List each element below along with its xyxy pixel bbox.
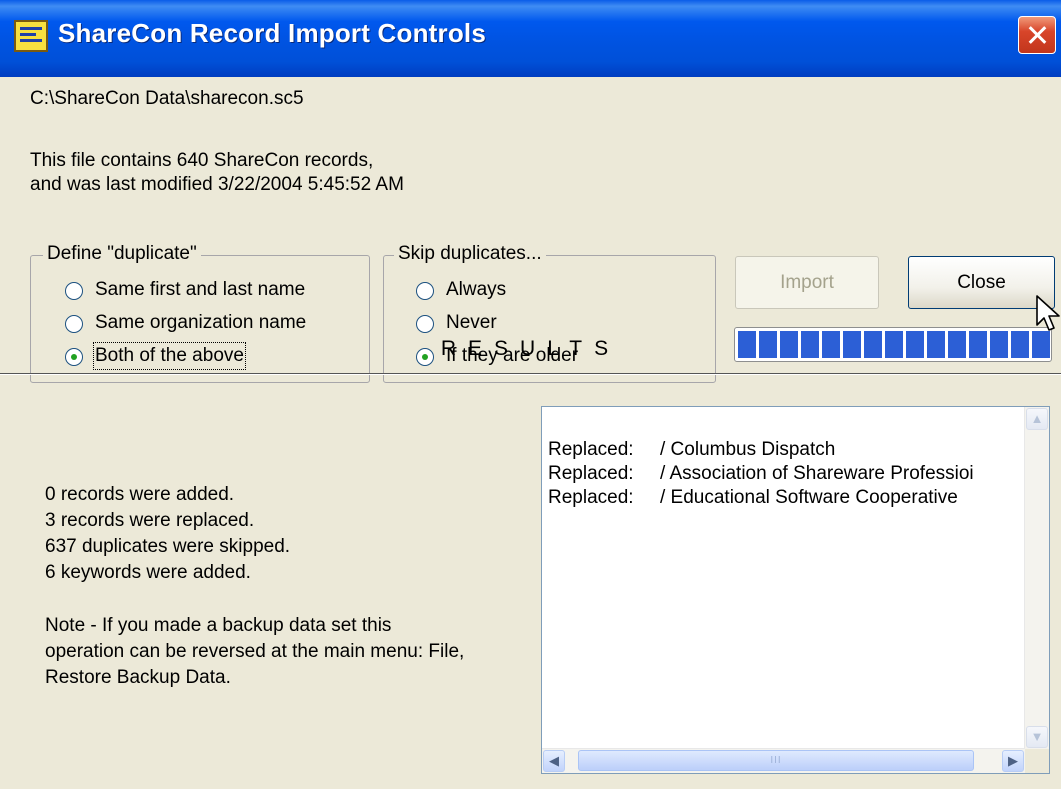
skip-duplicates-group: Skip duplicates... Always Never If they … — [383, 242, 716, 383]
close-button[interactable]: Close — [908, 256, 1055, 309]
close-window-icon[interactable] — [1018, 16, 1056, 54]
scroll-right-icon[interactable]: ▶ — [1002, 750, 1024, 772]
horizontal-scroll-thumb[interactable]: III — [578, 750, 974, 771]
summary-replaced: 3 records were replaced. — [45, 510, 255, 531]
define-duplicate-group: Define "duplicate" Same first and last n… — [30, 242, 370, 383]
scroll-left-icon[interactable]: ◀ — [543, 750, 565, 772]
window-title: ShareCon Record Import Controls — [58, 18, 487, 48]
radio-label: Never — [446, 312, 497, 333]
title-bar[interactable]: ShareCon Record Import Controls — [0, 0, 1061, 77]
scroll-down-icon[interactable]: ▼ — [1026, 726, 1048, 748]
mouse-pointer-icon — [1036, 295, 1060, 331]
note-line2: operation can be reversed at the main me… — [45, 641, 465, 662]
note-line3: Restore Backup Data. — [45, 667, 231, 688]
skip-duplicates-legend: Skip duplicates... — [394, 242, 546, 266]
file-info-line2: and was last modified 3/22/2004 5:45:52 … — [30, 174, 404, 195]
define-duplicate-legend: Define "duplicate" — [43, 242, 201, 266]
radio-label: Same organization name — [95, 312, 307, 333]
list-item[interactable]: Replaced: / Educational Software Cooperat… — [548, 486, 1023, 510]
radio-button-icon[interactable] — [416, 282, 434, 300]
radio-button-icon[interactable] — [65, 315, 83, 333]
summary-added: 0 records were added. — [45, 484, 235, 505]
radio-label: Same first and last name — [95, 279, 306, 300]
radio-label: Always — [446, 279, 507, 300]
import-button[interactable]: Import — [735, 256, 879, 309]
import-dialog: ShareCon Record Import Controls C:\Share… — [0, 0, 1061, 789]
list-item[interactable]: Replaced: / Columbus Dispatch — [548, 438, 1023, 462]
radio-button-icon[interactable] — [416, 315, 434, 333]
results-log-content: Replaced: / Columbus Dispatch Replaced: / … — [548, 438, 1023, 510]
results-log-list[interactable]: Replaced: / Columbus Dispatch Replaced: / … — [541, 406, 1050, 774]
list-item[interactable]: Replaced: / Association of Shareware Prof… — [548, 462, 1023, 486]
radio-button-icon[interactable] — [65, 282, 83, 300]
divider — [0, 373, 1061, 375]
app-icon — [14, 20, 48, 52]
summary-skipped: 637 duplicates were skipped. — [45, 536, 291, 557]
note-line1: Note - If you made a backup data set thi… — [45, 615, 392, 636]
file-path: C:\ShareCon Data\sharecon.sc5 — [30, 88, 304, 109]
results-title: RESULTS — [440, 337, 621, 360]
vertical-scrollbar[interactable]: ▲ ▼ — [1024, 407, 1049, 749]
scroll-up-icon[interactable]: ▲ — [1026, 408, 1048, 430]
horizontal-scrollbar[interactable]: ◀ III ▶ — [542, 748, 1025, 773]
file-info-line1: This file contains 640 ShareCon records, — [30, 150, 374, 171]
scrollbar-corner — [1025, 749, 1049, 773]
summary-keywords: 6 keywords were added. — [45, 562, 251, 583]
